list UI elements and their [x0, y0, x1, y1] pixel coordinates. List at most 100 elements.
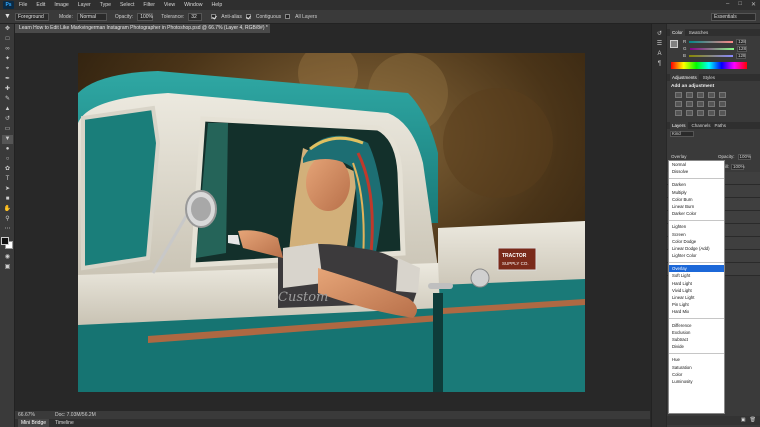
zoom-level[interactable]: 66.67%: [18, 411, 35, 419]
blend-mode-option-multiply[interactable]: Multiply: [669, 189, 724, 196]
invert-icon[interactable]: [675, 110, 682, 116]
blend-mode-option-linear-burn[interactable]: Linear Burn: [669, 203, 724, 210]
marquee-tool-icon[interactable]: □: [2, 35, 13, 44]
brush-tool-icon[interactable]: ✎: [2, 95, 13, 104]
threshold-icon[interactable]: [697, 110, 704, 116]
contiguous-checkbox[interactable]: [245, 14, 251, 19]
blend-mode-option-vivid-light[interactable]: Vivid Light: [669, 287, 724, 294]
tab-channels[interactable]: Channels: [692, 122, 711, 129]
blend-mode-option-normal[interactable]: Normal: [669, 161, 724, 168]
paragraph-icon[interactable]: ¶: [654, 60, 665, 69]
blend-mode-option-color-dodge[interactable]: Color Dodge: [669, 238, 724, 245]
menu-help[interactable]: Help: [212, 2, 223, 8]
history-brush-tool-icon[interactable]: ↺: [2, 115, 13, 124]
color-balance-icon[interactable]: [686, 101, 693, 107]
menu-image[interactable]: Image: [54, 2, 68, 8]
tab-mini-bridge[interactable]: Mini Bridge: [18, 419, 50, 427]
eraser-tool-icon[interactable]: ▭: [2, 125, 13, 134]
menu-edit[interactable]: Edit: [36, 2, 45, 8]
tab-swatches[interactable]: Swatches: [689, 29, 709, 36]
document-size[interactable]: Doc: 7.03M/56.2M: [55, 411, 96, 419]
b-slider[interactable]: [689, 54, 734, 57]
posterize-icon[interactable]: [686, 110, 693, 116]
photo-filter-icon[interactable]: [708, 101, 715, 107]
gradient-map-icon[interactable]: [708, 110, 715, 116]
workspace-switcher[interactable]: Essentials: [711, 13, 756, 21]
levels-icon[interactable]: [686, 92, 693, 98]
eyedropper-tool-icon[interactable]: ✒: [2, 75, 13, 84]
tab-adjustments[interactable]: Adjustments: [670, 74, 699, 81]
character-icon[interactable]: A: [654, 50, 665, 59]
menu-layer[interactable]: Layer: [78, 2, 91, 8]
blend-mode-option-subtract[interactable]: Subtract: [669, 336, 724, 343]
color-slider-r[interactable]: R 128: [667, 38, 760, 45]
properties-icon[interactable]: ☰: [654, 40, 665, 49]
blend-mode-option-divide[interactable]: Divide: [669, 343, 724, 350]
menu-window[interactable]: Window: [184, 2, 202, 8]
shape-tool-icon[interactable]: ■: [2, 195, 13, 204]
foreground-background-swatch[interactable]: [1, 237, 14, 250]
g-slider[interactable]: [689, 47, 734, 50]
blend-mode-option-color[interactable]: Color: [669, 371, 724, 378]
document-tab[interactable]: Learn How to Edit Like Markvingerman Ins…: [15, 24, 270, 40]
menu-file[interactable]: File: [19, 2, 27, 8]
selective-color-icon[interactable]: [719, 110, 726, 116]
history-icon[interactable]: ↺: [654, 30, 665, 39]
all-layers-checkbox[interactable]: [285, 14, 291, 19]
hue-saturation-icon[interactable]: [675, 101, 682, 107]
menu-type[interactable]: Type: [100, 2, 111, 8]
tab-styles[interactable]: Styles: [703, 74, 715, 81]
blend-mode-option-difference[interactable]: Difference: [669, 322, 724, 329]
blend-mode-dropdown[interactable]: Normal Dissolve Darken Multiply Color Burn Li…: [668, 160, 725, 414]
pen-tool-icon[interactable]: ✿: [2, 165, 13, 174]
quick-mask-icon[interactable]: ◉: [2, 253, 13, 262]
blend-mode-option-overlay[interactable]: Overlay: [669, 265, 724, 273]
healing-brush-tool-icon[interactable]: ✚: [2, 85, 13, 94]
type-tool-icon[interactable]: T: [2, 175, 13, 184]
maximize-button[interactable]: □: [738, 1, 742, 8]
more-tools-icon[interactable]: ⋯: [2, 225, 13, 234]
clone-stamp-tool-icon[interactable]: ▲: [2, 105, 13, 114]
move-tool-icon[interactable]: ✥: [2, 25, 13, 34]
new-layer-icon[interactable]: ▣: [741, 416, 746, 425]
g-value[interactable]: 128: [736, 45, 747, 52]
mode-select[interactable]: Normal: [76, 12, 107, 21]
paint-bucket-tool-icon[interactable]: ▼: [2, 135, 13, 144]
blend-mode-option-luminosity[interactable]: Luminosity: [669, 378, 724, 385]
layer-fill-field[interactable]: 100%: [731, 164, 745, 170]
tab-timeline[interactable]: Timeline: [55, 419, 74, 427]
lasso-tool-icon[interactable]: ∞: [2, 45, 13, 54]
document-canvas[interactable]: Custom TRACTOR SUPPLY CO.: [78, 53, 585, 392]
blend-mode-option-lighten[interactable]: Lighten: [669, 223, 724, 230]
blend-mode-option-lighter-color[interactable]: Lighter Color: [669, 252, 724, 259]
blend-mode-option-pin-light[interactable]: Pin Light: [669, 301, 724, 308]
tab-paths[interactable]: Paths: [715, 122, 727, 129]
close-button[interactable]: ✕: [751, 1, 756, 8]
blend-mode-option-hard-mix[interactable]: Hard Mix: [669, 308, 724, 315]
blur-tool-icon[interactable]: ●: [2, 145, 13, 154]
quick-select-tool-icon[interactable]: ✦: [2, 55, 13, 64]
blend-mode-option-screen[interactable]: Screen: [669, 231, 724, 238]
minimize-button[interactable]: –: [726, 1, 729, 8]
paint-bucket-icon[interactable]: ▼: [4, 13, 11, 20]
blend-mode-option-saturation[interactable]: Saturation: [669, 364, 724, 371]
crop-tool-icon[interactable]: ⌖: [2, 65, 13, 74]
layer-opacity-field[interactable]: 100%: [737, 153, 751, 160]
zoom-tool-icon[interactable]: ⚲: [2, 215, 13, 224]
menu-filter[interactable]: Filter: [143, 2, 155, 8]
blend-mode-option-exclusion[interactable]: Exclusion: [669, 329, 724, 336]
delete-layer-icon[interactable]: 🗑: [750, 416, 756, 425]
r-slider[interactable]: [689, 40, 734, 43]
b-value[interactable]: 128: [736, 52, 747, 59]
channel-mixer-icon[interactable]: [719, 101, 726, 107]
blend-mode-option-linear-dodge-add[interactable]: Linear Dodge (Add): [669, 245, 724, 252]
brightness-icon[interactable]: [675, 92, 682, 98]
blend-mode-option-dissolve[interactable]: Dissolve: [669, 168, 724, 175]
menu-select[interactable]: Select: [120, 2, 134, 8]
blend-mode-option-soft-light[interactable]: Soft Light: [669, 272, 724, 279]
hand-tool-icon[interactable]: ✋: [2, 205, 13, 214]
blend-mode-option-hue[interactable]: Hue: [669, 356, 724, 363]
blend-mode-option-darken[interactable]: Darken: [669, 181, 724, 188]
tab-color[interactable]: Color: [670, 29, 685, 36]
layer-kind-filter[interactable]: Kind: [670, 131, 694, 137]
